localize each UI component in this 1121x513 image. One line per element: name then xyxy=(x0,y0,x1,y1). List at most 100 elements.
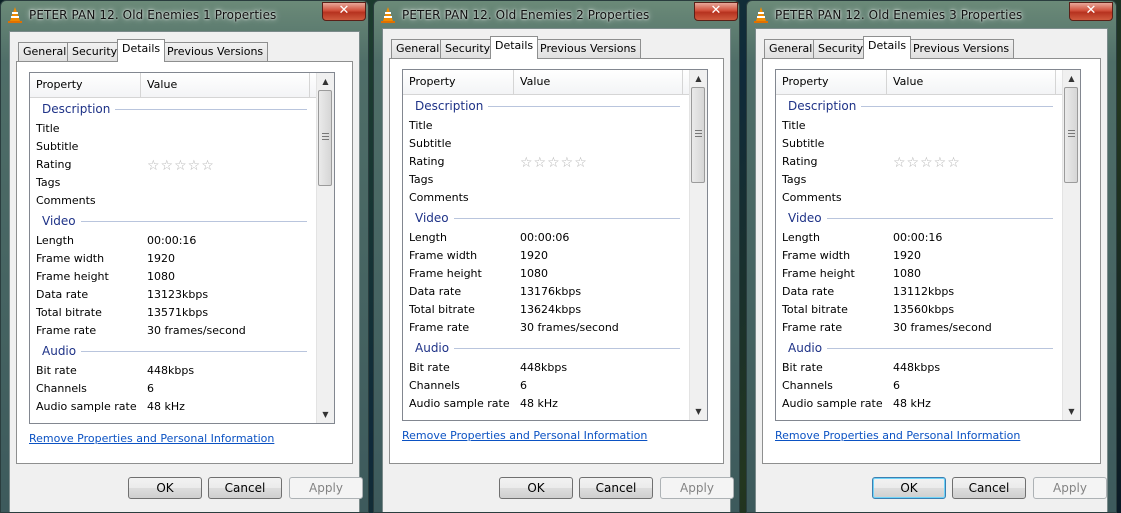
scroll-down-icon[interactable]: ▼ xyxy=(1063,403,1080,420)
scroll-up-icon[interactable]: ▲ xyxy=(1063,70,1080,87)
cancel-button[interactable]: Cancel xyxy=(208,477,282,499)
rating-stars-icon[interactable]: ☆☆☆☆☆ xyxy=(147,157,215,175)
vertical-scrollbar[interactable]: ▲ ▼ xyxy=(689,70,707,420)
title-bar[interactable]: PETER PAN 12. Old Enemies 1 Properties ✕ xyxy=(1,1,368,31)
title-bar[interactable]: PETER PAN 12. Old Enemies 3 Properties ✕ xyxy=(747,1,1116,31)
list-item[interactable]: Tags xyxy=(403,171,690,189)
rating-stars-icon[interactable]: ☆☆☆☆☆ xyxy=(893,154,961,172)
property-list[interactable]: Property Value Description Title Subtitl… xyxy=(29,72,335,424)
column-header-property[interactable]: Property xyxy=(776,70,887,94)
list-item[interactable]: Bit rate 448kbps xyxy=(776,359,1063,377)
list-item[interactable]: Bit rate 448kbps xyxy=(403,359,690,377)
list-item[interactable]: Frame height 1080 xyxy=(30,268,317,286)
remove-properties-link[interactable]: Remove Properties and Personal Informati… xyxy=(29,432,274,445)
scroll-thumb[interactable] xyxy=(318,90,332,186)
vertical-scrollbar[interactable]: ▲ ▼ xyxy=(316,73,334,423)
apply-button[interactable]: Apply xyxy=(289,477,363,499)
close-button[interactable]: ✕ xyxy=(1069,2,1113,21)
list-item[interactable]: Frame rate 30 frames/second xyxy=(30,322,317,340)
list-item[interactable]: Channels 6 xyxy=(776,377,1063,395)
rating-stars-icon[interactable]: ☆☆☆☆☆ xyxy=(520,154,588,172)
vertical-scrollbar[interactable]: ▲ ▼ xyxy=(1062,70,1080,420)
list-item[interactable]: Title xyxy=(403,117,690,135)
tab-security[interactable]: Security xyxy=(813,39,869,58)
ok-button[interactable]: OK xyxy=(499,477,573,499)
tab-previous-versions[interactable]: Previous Versions xyxy=(908,39,1015,58)
list-item[interactable]: Audio sample rate 48 kHz xyxy=(30,398,317,416)
tab-previous-versions[interactable]: Previous Versions xyxy=(535,39,642,58)
list-item[interactable]: Channels 6 xyxy=(403,377,690,395)
list-item[interactable]: Frame width 1920 xyxy=(403,247,690,265)
list-item[interactable]: Subtitle xyxy=(403,135,690,153)
tab-general[interactable]: General xyxy=(391,39,445,58)
remove-properties-link[interactable]: Remove Properties and Personal Informati… xyxy=(775,429,1020,442)
list-item[interactable]: Audio sample rate 48 kHz xyxy=(403,395,690,413)
list-item[interactable]: Frame height 1080 xyxy=(776,265,1063,283)
list-item[interactable]: Channels 6 xyxy=(30,380,317,398)
list-item[interactable]: Data rate 13176kbps xyxy=(403,283,690,301)
list-item[interactable]: Frame width 1920 xyxy=(776,247,1063,265)
list-item[interactable]: Rating ☆☆☆☆☆ xyxy=(776,153,1063,171)
tab-details[interactable]: Details xyxy=(117,39,166,62)
list-item[interactable]: Frame rate 30 frames/second xyxy=(776,319,1063,337)
list-item[interactable]: Data rate 13112kbps xyxy=(776,283,1063,301)
list-item[interactable]: Rating ☆☆☆☆☆ xyxy=(403,153,690,171)
list-item[interactable]: Subtitle xyxy=(776,135,1063,153)
list-item[interactable]: Length 00:00:16 xyxy=(30,232,317,250)
list-item[interactable]: Comments xyxy=(30,192,317,210)
list-item[interactable]: Title xyxy=(776,117,1063,135)
list-item[interactable]: Audio sample rate 48 kHz xyxy=(776,395,1063,413)
list-item[interactable]: Total bitrate 13560kbps xyxy=(776,301,1063,319)
list-item[interactable]: Data rate 13123kbps xyxy=(30,286,317,304)
tab-security[interactable]: Security xyxy=(440,39,496,58)
apply-button[interactable]: Apply xyxy=(660,477,734,499)
scroll-up-icon[interactable]: ▲ xyxy=(317,73,334,90)
tab-previous-versions[interactable]: Previous Versions xyxy=(162,42,269,61)
scroll-thumb[interactable] xyxy=(1064,87,1078,183)
property-value: 30 frames/second xyxy=(520,321,619,334)
property-name: Bit rate xyxy=(782,361,823,374)
list-item[interactable]: Rating ☆☆☆☆☆ xyxy=(30,156,317,174)
list-item[interactable]: Frame height 1080 xyxy=(403,265,690,283)
property-list[interactable]: Property Value Description Title Subtitl… xyxy=(402,69,708,421)
scroll-down-icon[interactable]: ▼ xyxy=(690,403,707,420)
scroll-down-icon[interactable]: ▼ xyxy=(317,406,334,423)
list-item[interactable]: Length 00:00:06 xyxy=(403,229,690,247)
apply-button[interactable]: Apply xyxy=(1033,477,1107,499)
list-item[interactable]: Bit rate 448kbps xyxy=(30,362,317,380)
title-bar[interactable]: PETER PAN 12. Old Enemies 2 Properties ✕ xyxy=(374,1,739,31)
tab-details[interactable]: Details xyxy=(490,36,539,59)
close-button[interactable]: ✕ xyxy=(322,2,366,21)
list-item[interactable]: Tags xyxy=(30,174,317,192)
scroll-thumb[interactable] xyxy=(691,87,705,183)
tab-general[interactable]: General xyxy=(764,39,818,58)
list-item[interactable]: Length 00:00:16 xyxy=(776,229,1063,247)
remove-properties-link[interactable]: Remove Properties and Personal Informati… xyxy=(402,429,647,442)
list-item[interactable]: Total bitrate 13571kbps xyxy=(30,304,317,322)
dialog-client: General Security Details Previous Versio… xyxy=(382,28,734,512)
tab-general[interactable]: General xyxy=(18,42,72,61)
column-header-value[interactable]: Value xyxy=(887,70,1056,94)
close-button[interactable]: ✕ xyxy=(694,2,738,21)
cancel-button[interactable]: Cancel xyxy=(579,477,653,499)
list-item[interactable]: Title xyxy=(30,120,317,138)
ok-button[interactable]: OK xyxy=(872,477,946,499)
property-list[interactable]: Property Value Description Title Subtitl… xyxy=(775,69,1081,421)
column-header-property[interactable]: Property xyxy=(403,70,514,94)
list-item[interactable]: Total bitrate 13624kbps xyxy=(403,301,690,319)
cancel-button[interactable]: Cancel xyxy=(952,477,1026,499)
list-item[interactable]: Frame width 1920 xyxy=(30,250,317,268)
tab-security[interactable]: Security xyxy=(67,42,123,61)
list-item[interactable]: Subtitle xyxy=(30,138,317,156)
list-item[interactable]: Comments xyxy=(403,189,690,207)
column-header-property[interactable]: Property xyxy=(30,73,141,97)
tab-details[interactable]: Details xyxy=(863,36,912,59)
group-label: Audio xyxy=(788,337,828,359)
list-item[interactable]: Comments xyxy=(776,189,1063,207)
list-item[interactable]: Frame rate 30 frames/second xyxy=(403,319,690,337)
scroll-up-icon[interactable]: ▲ xyxy=(690,70,707,87)
column-header-value[interactable]: Value xyxy=(141,73,310,97)
ok-button[interactable]: OK xyxy=(128,477,202,499)
list-item[interactable]: Tags xyxy=(776,171,1063,189)
column-header-value[interactable]: Value xyxy=(514,70,683,94)
